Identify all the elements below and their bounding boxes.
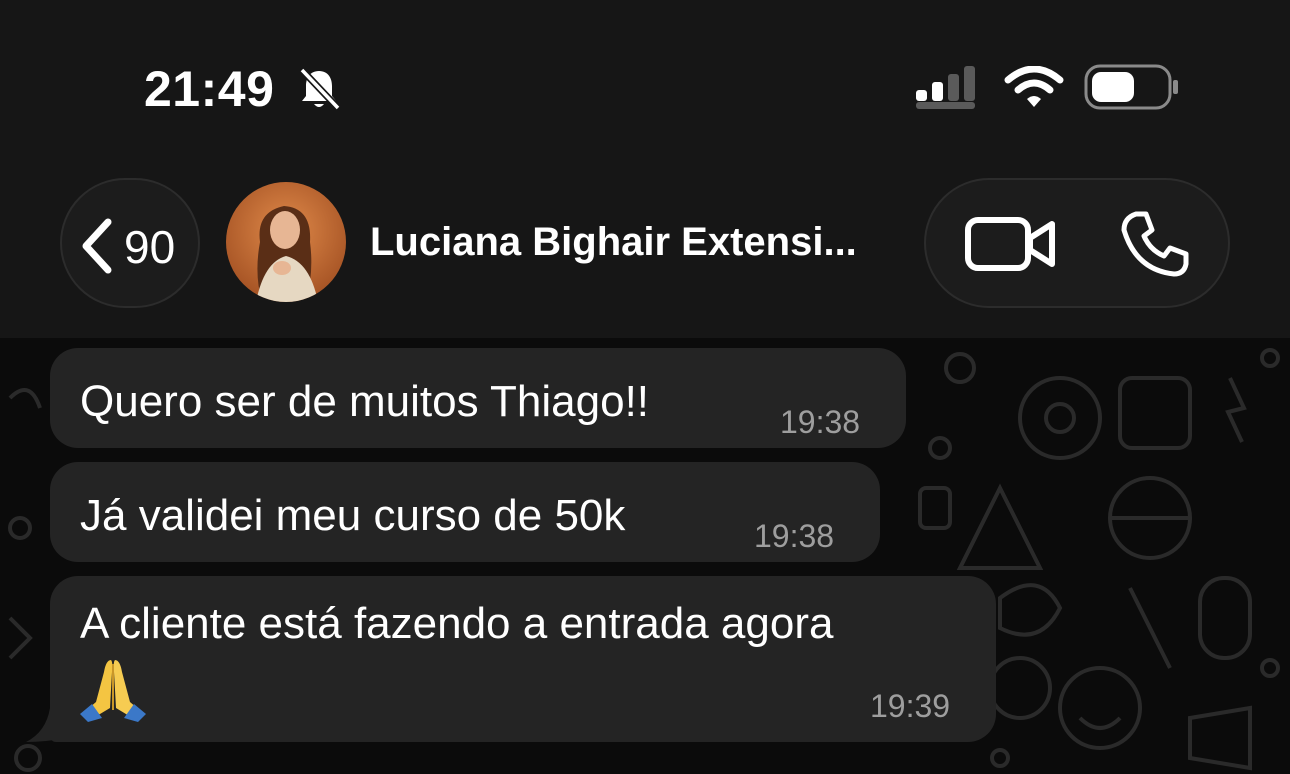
wifi-icon	[1004, 66, 1064, 107]
message-time: 19:38	[754, 518, 835, 554]
chat-screen: 21:49 90 Luciana Bighair Extensi... Quer…	[0, 0, 1290, 774]
phone-icon[interactable]	[1110, 204, 1200, 284]
message-bubble[interactable]: Quero ser de muitos Thiago!! 19:38	[50, 348, 906, 448]
message-time: 19:39	[870, 688, 951, 724]
avatar[interactable]	[226, 182, 346, 302]
message-time: 19:38	[780, 404, 861, 440]
battery-icon	[1084, 64, 1178, 110]
message-text: A cliente está fazendo a entrada agora	[80, 599, 834, 648]
top-bar: 21:49 90 Luciana Bighair Extensi...	[0, 0, 1290, 338]
contact-name[interactable]: Luciana Bighair Extensi...	[370, 220, 890, 265]
signal-icon	[916, 66, 975, 109]
bell-off-icon	[299, 67, 341, 111]
status-time: 21:49	[144, 61, 275, 117]
message-bubble[interactable]: Já validei meu curso de 50k 19:38	[50, 462, 880, 562]
chevron-left-icon	[82, 218, 112, 274]
message-text: Quero ser de muitos Thiago!!	[80, 377, 650, 426]
video-call-icon[interactable]	[956, 204, 1066, 284]
unread-count: 90	[124, 221, 176, 273]
folded-hands-emoji	[80, 660, 146, 722]
chat-area[interactable]: Quero ser de muitos Thiago!! 19:38 Já va…	[0, 338, 1290, 774]
message-text: Já validei meu curso de 50k	[80, 491, 626, 540]
back-button[interactable]: 90	[60, 178, 200, 308]
call-actions	[924, 178, 1230, 308]
message-bubble[interactable]: A cliente está fazendo a entrada agora 1…	[50, 576, 996, 742]
